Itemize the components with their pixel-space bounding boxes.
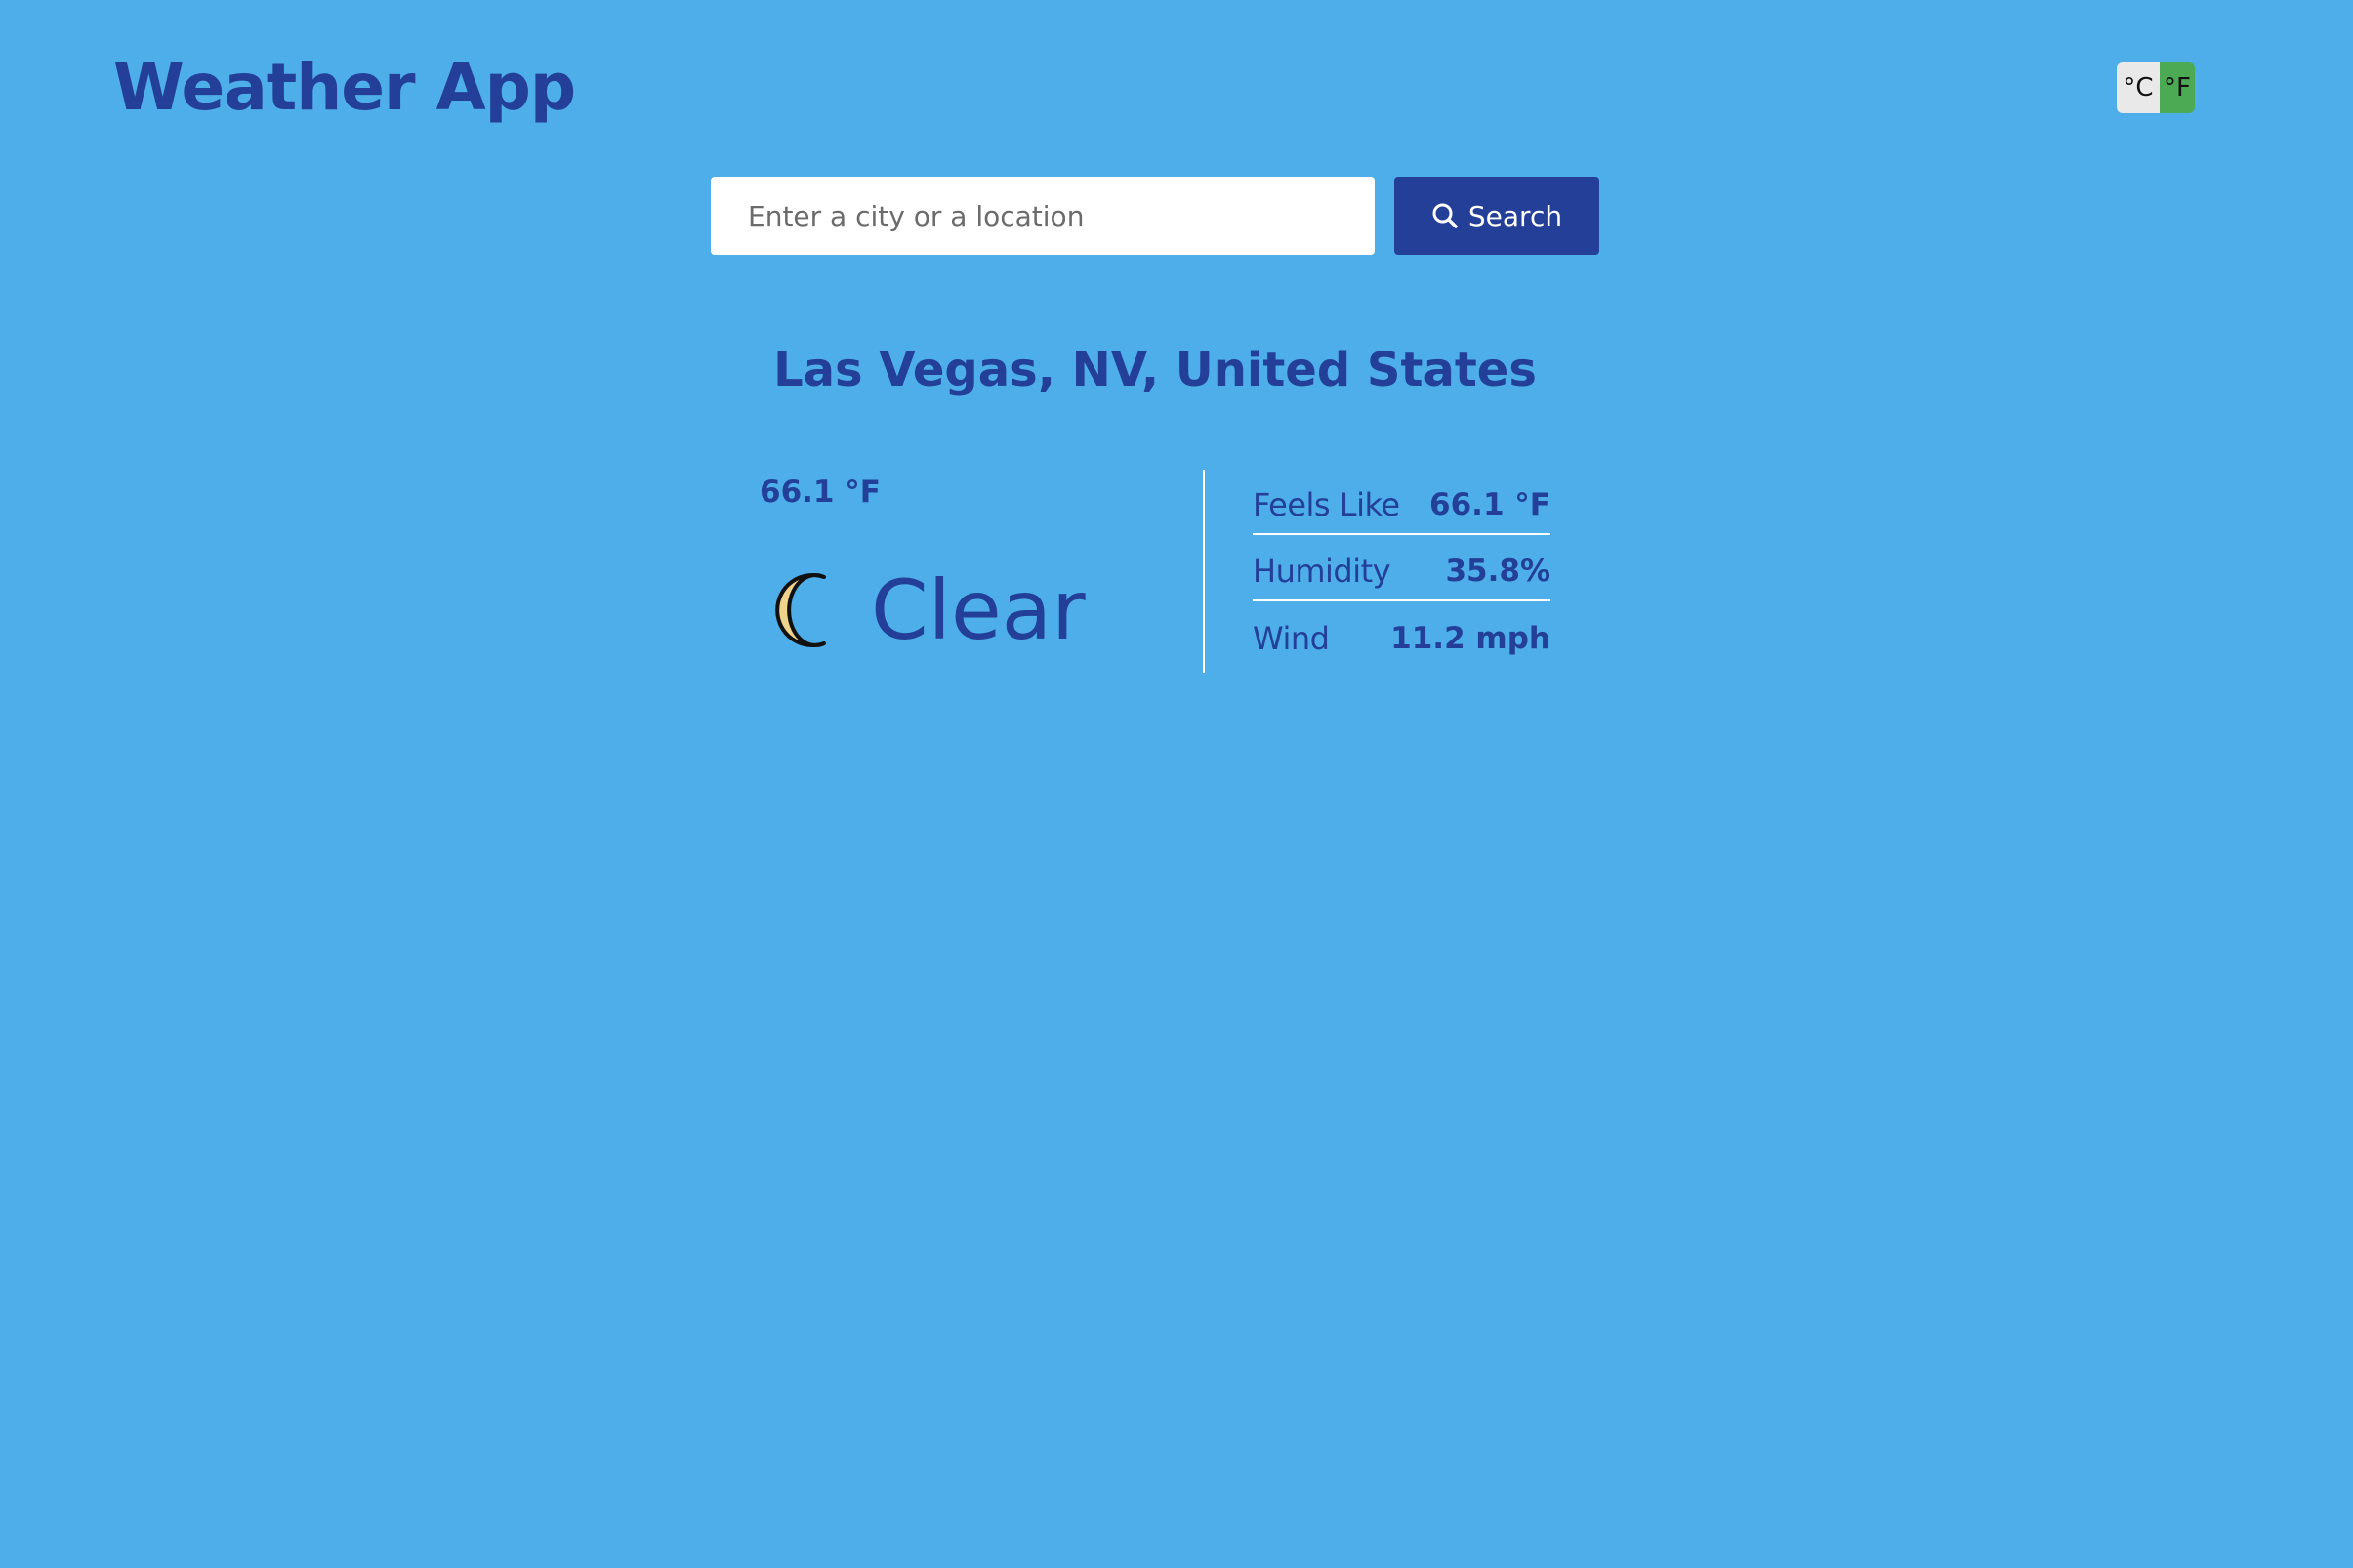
current-condition: Clear	[771, 557, 1086, 664]
detail-value: 66.1 °F	[1429, 487, 1550, 522]
fahrenheit-toggle[interactable]: °F	[2160, 62, 2195, 113]
celsius-toggle[interactable]: °C	[2117, 62, 2160, 113]
current-temperature: 66.1 °F	[760, 475, 881, 510]
unit-toggle[interactable]: °C °F	[2117, 62, 2195, 113]
detail-row-wind: Wind 11.2 mph	[1253, 601, 1550, 668]
search-button[interactable]: Search	[1394, 177, 1599, 255]
detail-row-humidity: Humidity 35.8%	[1253, 535, 1550, 601]
app-title: Weather App	[113, 50, 576, 125]
detail-value: 11.2 mph	[1390, 621, 1550, 656]
moon-icon	[775, 573, 826, 647]
search-button-label: Search	[1467, 199, 1563, 232]
detail-value: 35.8%	[1445, 554, 1550, 589]
weather-details: Feels Like 66.1 °F Humidity 35.8% Wind 1…	[1253, 469, 1550, 668]
search-input[interactable]	[711, 177, 1375, 255]
vertical-divider	[1203, 470, 1205, 673]
condition-text: Clear	[871, 562, 1086, 658]
search-icon	[1431, 202, 1459, 229]
detail-row-feels-like: Feels Like 66.1 °F	[1253, 469, 1550, 535]
detail-label: Humidity	[1253, 553, 1391, 590]
detail-label: Wind	[1253, 620, 1330, 657]
detail-label: Feels Like	[1253, 486, 1400, 523]
location-title: Las Vegas, NV, United States	[773, 343, 1537, 397]
